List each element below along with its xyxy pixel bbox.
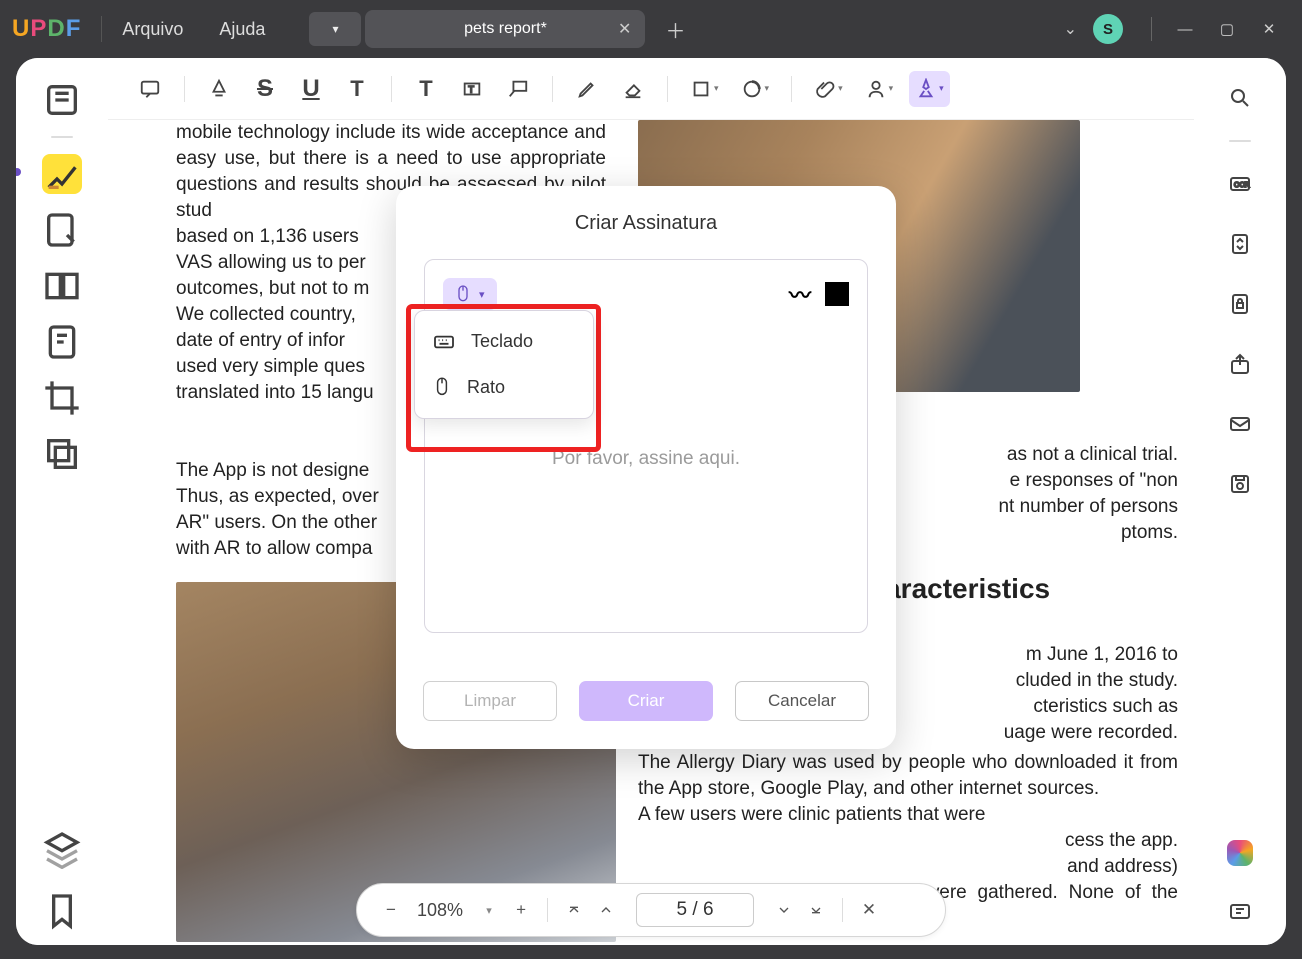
cancel-button[interactable]: Cancelar (735, 681, 869, 721)
last-page-button[interactable] (800, 894, 832, 926)
zoom-in-button[interactable]: + (505, 894, 537, 926)
edit-button[interactable] (42, 210, 82, 250)
titlebar: UPDF Arquivo Ajuda ▾ pets report* ✕ ＋ ⌄ … (0, 0, 1302, 58)
crop-button[interactable] (42, 378, 82, 418)
page-indicator[interactable]: 5 / 6 (636, 893, 754, 927)
color-swatch[interactable] (825, 282, 849, 306)
dropdown-label: Rato (467, 377, 505, 398)
separator (667, 76, 668, 102)
maximize-button[interactable]: ▢ (1206, 8, 1248, 50)
squiggly-tool[interactable]: T (339, 71, 375, 107)
highlight-tool[interactable] (201, 71, 237, 107)
convert-icon[interactable] (1222, 226, 1258, 262)
prev-page-button[interactable] (590, 894, 622, 926)
zoom-dropdown[interactable]: ▾ (473, 894, 505, 926)
next-page-button[interactable] (768, 894, 800, 926)
mouse-icon (433, 376, 451, 398)
chat-icon[interactable] (1222, 895, 1258, 931)
signature-placeholder: Por favor, assine aqui. (425, 448, 867, 470)
tab-document[interactable]: pets report* ✕ (365, 10, 645, 48)
create-button[interactable]: Criar (579, 681, 713, 721)
app-logo: UPDF (12, 15, 81, 43)
strikethrough-tool[interactable]: S (247, 71, 283, 107)
organize-button[interactable] (42, 266, 82, 306)
zoom-out-button[interactable]: − (375, 894, 407, 926)
divider (1151, 17, 1152, 41)
text-tool[interactable]: T (408, 71, 444, 107)
left-rail (16, 58, 108, 945)
first-page-button[interactable] (558, 894, 590, 926)
separator (391, 76, 392, 102)
tab-add-button[interactable]: ＋ (649, 15, 701, 44)
svg-text:OCR: OCR (1234, 182, 1250, 189)
menu-help[interactable]: Ajuda (219, 19, 265, 40)
share-icon[interactable] (1222, 346, 1258, 382)
pencil-tool[interactable] (569, 71, 605, 107)
stamp-tool[interactable]: ▾ (735, 71, 776, 107)
document-text: as not a clinical trial. e responses of … (868, 442, 1178, 622)
document-heading: haracteristics (868, 570, 1178, 608)
layers-icon[interactable] (42, 829, 82, 869)
minimize-button[interactable]: — (1164, 8, 1206, 50)
annotate-button[interactable] (42, 154, 82, 194)
save-icon[interactable] (1222, 466, 1258, 502)
bookmark-icon[interactable] (42, 891, 82, 931)
svg-text:T: T (468, 84, 474, 94)
dropdown-item-keyboard[interactable]: Teclado (415, 319, 593, 364)
input-method-dropdown: Teclado Rato (414, 310, 594, 419)
search-icon[interactable] (1222, 80, 1258, 116)
keyboard-icon (433, 333, 455, 351)
dropdown-item-mouse[interactable]: Rato (415, 364, 593, 410)
protect-icon[interactable] (1222, 286, 1258, 322)
signature-tool[interactable]: ▾ (909, 71, 950, 107)
separator (552, 76, 553, 102)
rail-indicator (16, 168, 21, 176)
close-icon[interactable]: ✕ (618, 19, 631, 39)
separator (184, 76, 185, 102)
create-signature-modal: Criar Assinatura ▾ 〰 Por favor, assine a… (396, 186, 896, 749)
separator (791, 76, 792, 102)
annotation-toolbar: S U T T T ▾ ▾ ▾ ▾ ▾ (108, 58, 1194, 120)
sign-tool[interactable]: ▾ (859, 71, 900, 107)
separator (51, 136, 73, 138)
underline-tool[interactable]: U (293, 71, 329, 107)
eraser-tool[interactable] (615, 71, 651, 107)
shape-tool[interactable]: ▾ (684, 71, 725, 107)
tab-title: pets report* (464, 20, 547, 38)
attach-tool[interactable]: ▾ (808, 71, 849, 107)
divider (101, 16, 102, 42)
dropdown-label: Teclado (471, 331, 533, 352)
textbox-tool[interactable]: T (454, 71, 490, 107)
separator (1229, 140, 1251, 142)
avatar[interactable]: S (1093, 14, 1123, 44)
right-rail: OCR (1194, 58, 1286, 945)
input-method-button[interactable]: ▾ (443, 278, 497, 310)
close-statusbar-button[interactable]: ✕ (853, 894, 885, 926)
modal-title: Criar Assinatura (396, 186, 896, 259)
close-window-button[interactable]: ✕ (1248, 8, 1290, 50)
statusbar: − 108% ▾ + 5 / 6 ✕ (356, 883, 946, 937)
recent-dropdown-icon[interactable]: ⌄ (1064, 19, 1077, 39)
callout-tool[interactable] (500, 71, 536, 107)
stroke-icon[interactable]: 〰 (789, 278, 811, 310)
clear-button[interactable]: Limpar (423, 681, 557, 721)
redact-button[interactable] (42, 434, 82, 474)
reader-mode-button[interactable] (42, 80, 82, 120)
document-text: m June 1, 2016 to cluded in the study. c… (868, 642, 1178, 746)
email-icon[interactable] (1222, 406, 1258, 442)
forms-button[interactable] (42, 322, 82, 362)
menu-file[interactable]: Arquivo (122, 19, 183, 40)
zoom-level[interactable]: 108% (417, 900, 463, 921)
tab-home[interactable]: ▾ (309, 12, 361, 46)
ocr-icon[interactable]: OCR (1222, 166, 1258, 202)
comment-tool[interactable] (132, 71, 168, 107)
tabstrip: ▾ pets report* ✕ ＋ (309, 10, 701, 48)
ai-icon[interactable] (1222, 835, 1258, 871)
